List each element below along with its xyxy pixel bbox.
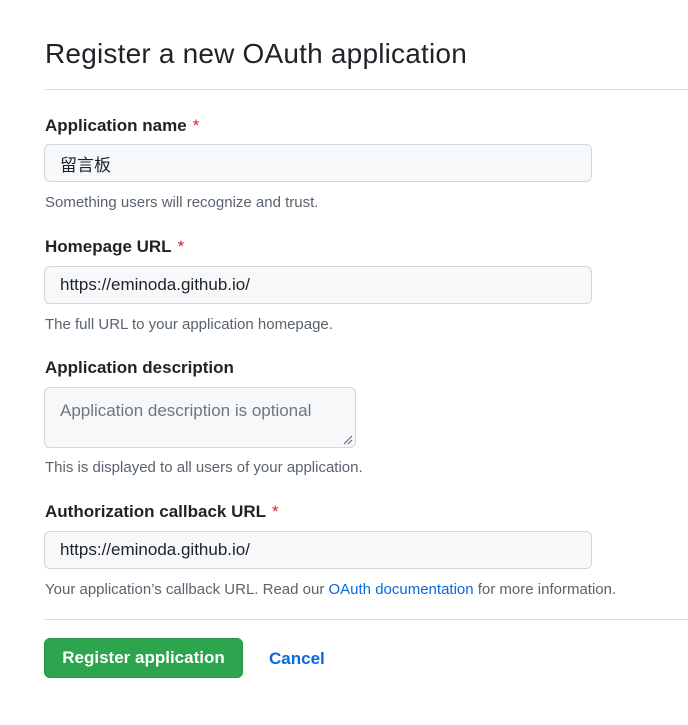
callback-url-label: Authorization callback URL *	[45, 502, 279, 522]
required-mark: *	[272, 502, 279, 521]
app-name-label-text: Application name	[45, 116, 187, 135]
app-name-hint: Something users will recognize and trust…	[45, 194, 319, 211]
description-textarea[interactable]: Application description is optional	[44, 387, 356, 448]
description-label: Application description	[45, 358, 234, 378]
oauth-documentation-link[interactable]: OAuth documentation	[329, 581, 474, 598]
callback-url-hint: Your application’s callback URL. Read ou…	[45, 581, 616, 598]
description-placeholder: Application description is optional	[60, 401, 312, 420]
homepage-url-label-text: Homepage URL	[45, 237, 172, 256]
description-label-text: Application description	[45, 358, 234, 377]
homepage-url-input[interactable]: https://eminoda.github.io/	[44, 266, 592, 304]
app-name-value: 留言板	[60, 155, 111, 176]
callback-hint-after: for more information.	[473, 581, 617, 598]
resize-grip-icon[interactable]	[343, 435, 353, 445]
cancel-button[interactable]: Cancel	[269, 649, 325, 669]
description-hint: This is displayed to all users of your a…	[45, 459, 363, 476]
callback-url-input[interactable]: https://eminoda.github.io/	[44, 531, 592, 569]
callback-hint-before: Your application’s callback URL. Read ou…	[45, 581, 329, 598]
page-title: Register a new OAuth application	[45, 38, 467, 69]
homepage-url-value: https://eminoda.github.io/	[60, 275, 250, 294]
callback-url-value: https://eminoda.github.io/	[60, 540, 250, 559]
register-application-button[interactable]: Register application	[44, 638, 243, 678]
header-divider	[45, 89, 688, 90]
homepage-url-hint: The full URL to your application homepag…	[45, 316, 333, 333]
app-name-label: Application name *	[45, 116, 199, 136]
callback-url-label-text: Authorization callback URL	[45, 502, 267, 521]
app-name-input[interactable]: 留言板	[44, 144, 592, 182]
required-mark: *	[192, 116, 200, 135]
footer-divider	[45, 619, 688, 620]
homepage-url-label: Homepage URL *	[45, 237, 184, 257]
required-mark: *	[177, 237, 185, 256]
